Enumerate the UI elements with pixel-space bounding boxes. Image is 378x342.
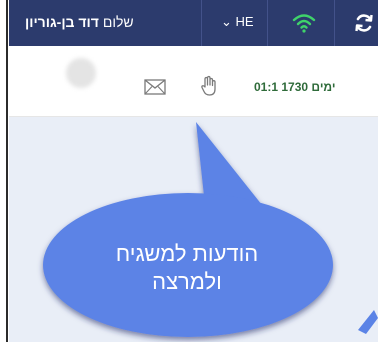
callout-text: הודעות למשגיח ולמרצה: [87, 240, 287, 296]
callout-line-1: הודעות למשגיח: [115, 241, 259, 266]
callout-line-2: ולמרצה: [152, 269, 222, 294]
app-frame: שלום דוד בן-גוריון ⌄ HE ימים 1730 01:1 ה…: [0, 0, 378, 342]
